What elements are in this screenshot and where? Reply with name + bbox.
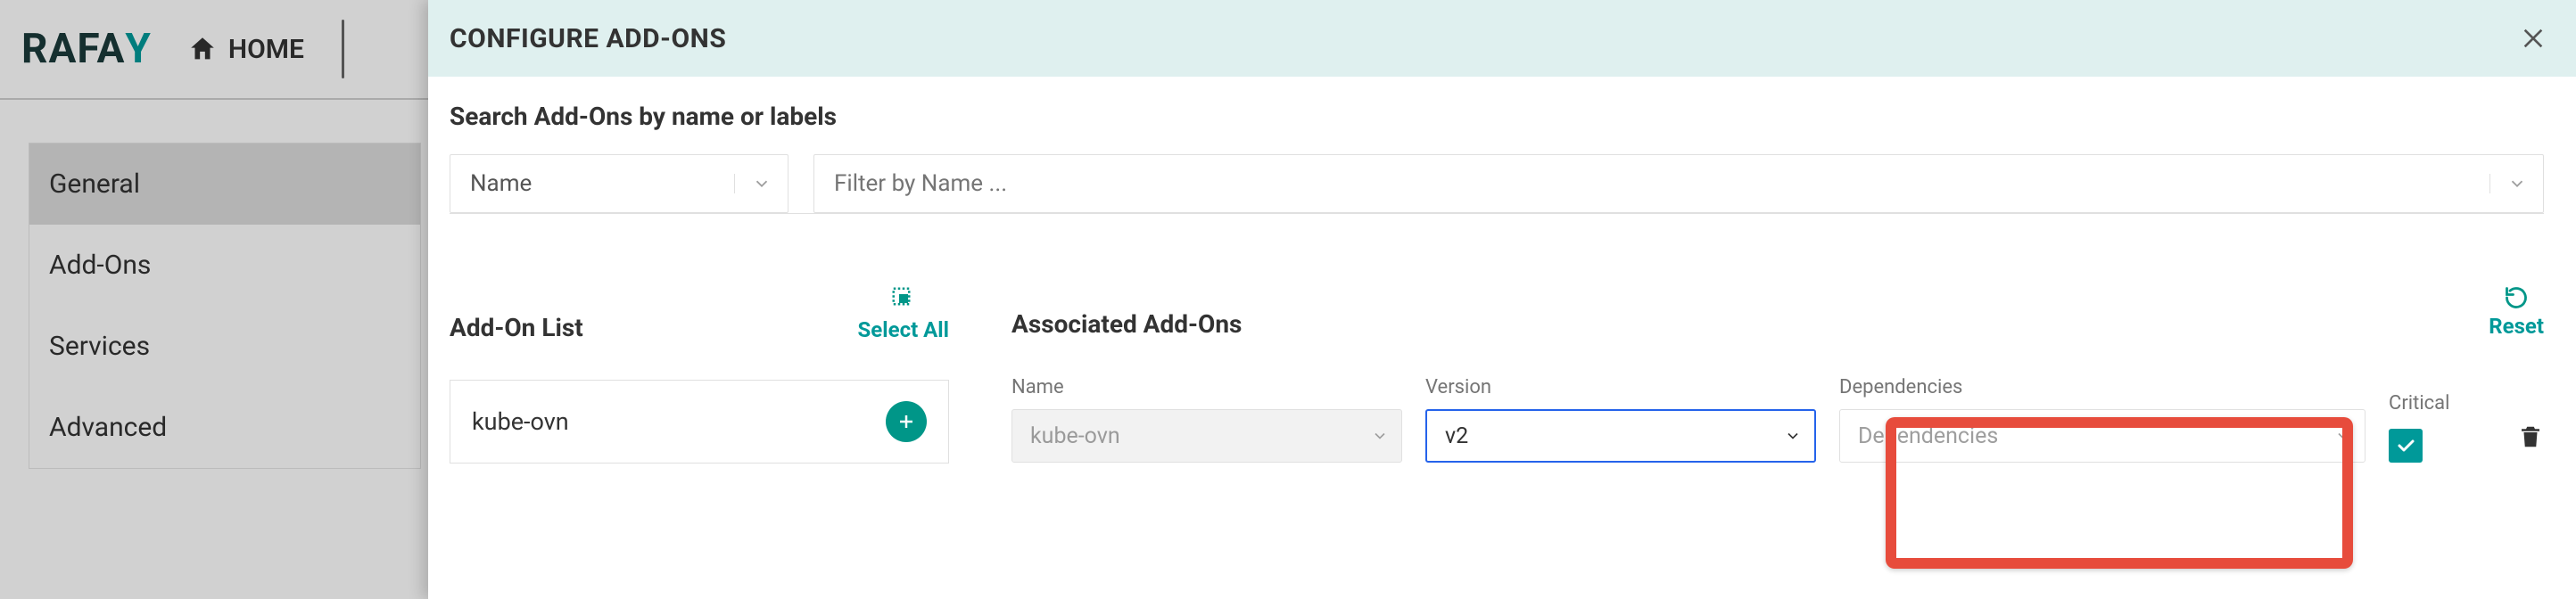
col-dependencies-label: Dependencies <box>1839 376 2365 398</box>
associated-title: Associated Add-Ons <box>1011 309 1242 339</box>
filter-by-name-input[interactable] <box>814 170 2489 197</box>
reset-button[interactable]: Reset <box>2489 285 2544 339</box>
reset-icon <box>2504 285 2529 310</box>
associated-row: Name kube-ovn Version v2 <box>1011 376 2544 463</box>
check-icon <box>2395 435 2416 456</box>
modal-title: CONFIGURE ADD-ONS <box>450 23 726 54</box>
close-button[interactable] <box>2519 24 2547 53</box>
row-dependencies-select[interactable]: Dependencies <box>1839 409 2365 463</box>
col-version-label: Version <box>1425 376 1816 398</box>
addon-list-item: kube-ovn <box>450 381 948 463</box>
search-label: Search Add-Ons by name or labels <box>450 102 2544 131</box>
trash-icon <box>2517 422 2544 452</box>
select-all-button[interactable]: Select All <box>858 285 949 342</box>
plus-icon <box>896 411 917 432</box>
chevron-down-icon <box>1358 427 1401 445</box>
chevron-down-icon <box>1771 427 1814 445</box>
configure-addons-modal: CONFIGURE ADD-ONS Search Add-Ons by name… <box>428 0 2576 599</box>
row-version-value: v2 <box>1427 423 1771 449</box>
row-dependencies-placeholder: Dependencies <box>1840 423 2322 449</box>
add-addon-button[interactable] <box>886 401 927 442</box>
chevron-down-icon <box>2489 174 2543 193</box>
row-name-select[interactable]: kube-ovn <box>1011 409 1402 463</box>
close-icon <box>2519 24 2547 53</box>
col-name-label: Name <box>1011 376 1402 398</box>
addon-list-title: Add-On List <box>450 313 583 342</box>
search-by-value: Name <box>450 170 734 197</box>
reset-label: Reset <box>2489 314 2544 339</box>
row-critical-checkbox[interactable] <box>2389 429 2423 463</box>
search-by-select[interactable]: Name <box>450 154 788 213</box>
addon-name: kube-ovn <box>472 407 569 436</box>
delete-row-button[interactable] <box>2517 422 2544 452</box>
row-version-select[interactable]: v2 <box>1425 409 1816 463</box>
select-all-icon <box>890 285 917 312</box>
chevron-down-icon <box>2322 427 2365 445</box>
col-critical-label: Critical <box>2389 392 2450 414</box>
chevron-down-icon <box>734 174 788 193</box>
row-name-value: kube-ovn <box>1012 423 1358 449</box>
select-all-label: Select All <box>858 317 949 342</box>
